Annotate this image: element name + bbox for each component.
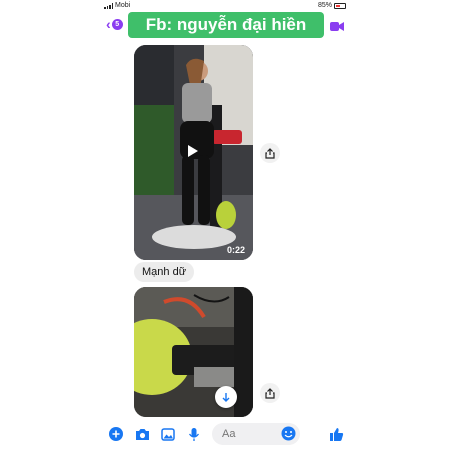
arrow-down-icon: [222, 393, 230, 402]
message-input[interactable]: [212, 423, 272, 445]
emoji-button[interactable]: [281, 426, 296, 441]
like-button[interactable]: [328, 426, 344, 442]
messenger-screen: Mobi 85% ‹ 5 Fb: nguyễn đại hiền 0:22 Mạ…: [100, 0, 350, 450]
carrier-label: Mobi: [115, 2, 131, 9]
message-composer: [100, 418, 350, 450]
video-duration: 0:22: [226, 245, 245, 255]
battery-percent: 85%: [317, 2, 332, 9]
back-button[interactable]: ‹ 5: [106, 16, 123, 32]
gallery-icon: [161, 427, 175, 441]
share-button[interactable]: [260, 143, 280, 163]
chat-header: ‹ 5 Fb: nguyễn đại hiền: [100, 12, 350, 38]
scroll-to-bottom-button[interactable]: [215, 386, 237, 408]
share-button[interactable]: [260, 383, 280, 403]
play-icon: [188, 145, 198, 157]
thumbs-up-icon: [329, 427, 343, 441]
gallery-button[interactable]: [160, 426, 176, 442]
message-input-box: [212, 423, 300, 445]
status-bar: Mobi 85%: [100, 0, 350, 12]
plus-button[interactable]: [108, 426, 124, 442]
emoji-icon: [281, 426, 296, 441]
share-icon: [265, 147, 275, 159]
text-message: Mạnh dữ: [134, 262, 195, 282]
signal-icon: [104, 2, 113, 9]
video-message[interactable]: 0:22: [134, 45, 253, 260]
camera-icon: [135, 428, 149, 440]
back-icon: ‹: [106, 16, 111, 32]
watermark-label: Fb: nguyễn đại hiền: [128, 12, 324, 38]
unread-badge: 5: [111, 18, 123, 30]
video-call-button[interactable]: [330, 19, 344, 31]
battery-status: 85%: [318, 2, 346, 9]
video-call-icon: [330, 22, 344, 31]
carrier-info: Mobi: [104, 2, 130, 9]
plus-icon: [109, 427, 123, 441]
share-icon: [265, 387, 275, 399]
voice-button[interactable]: [186, 426, 202, 442]
microphone-icon: [188, 427, 200, 441]
battery-icon: [334, 2, 346, 9]
camera-button[interactable]: [134, 426, 150, 442]
